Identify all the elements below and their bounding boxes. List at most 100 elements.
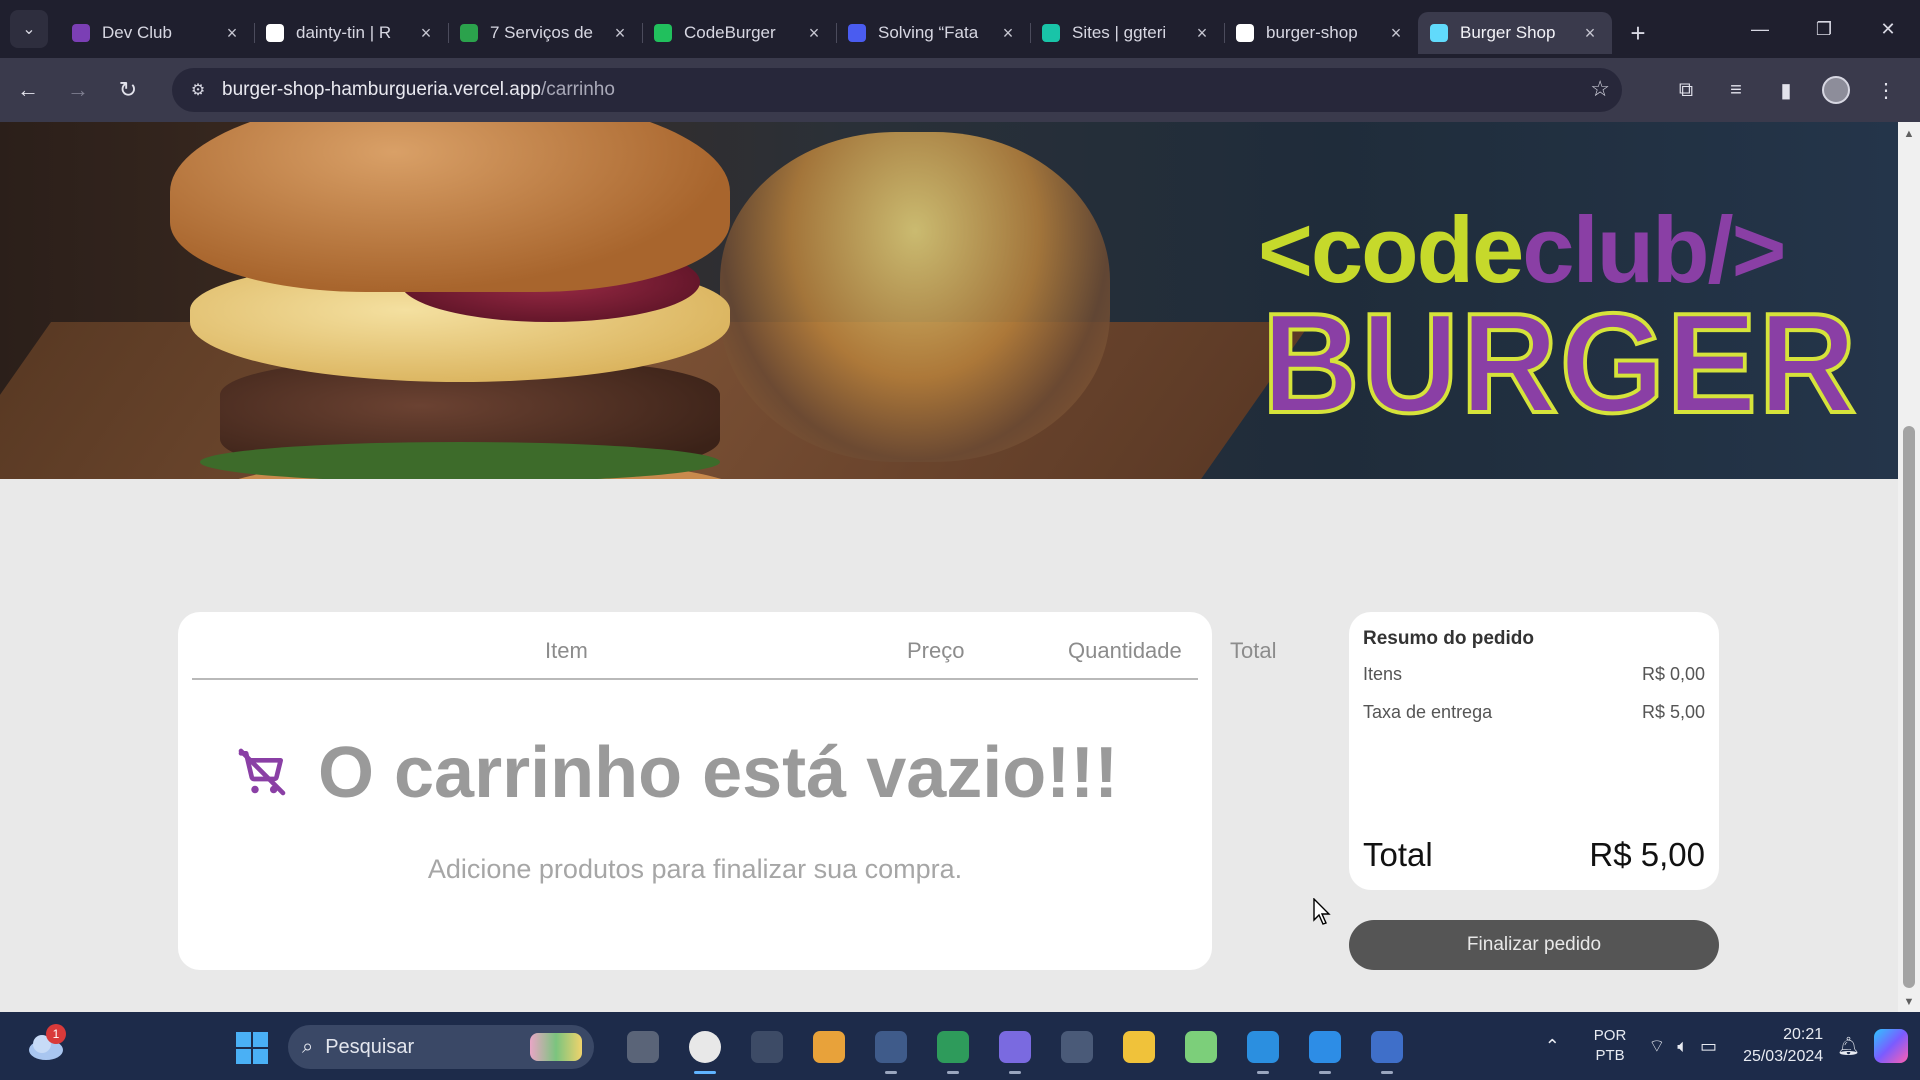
taskbar-app-chrome[interactable] xyxy=(674,1022,736,1074)
site-info-icon[interactable]: ⚙ xyxy=(178,70,218,110)
finish-order-button[interactable]: Finalizar pedido xyxy=(1349,920,1719,970)
page-scrollbar[interactable]: ▲ ▼ xyxy=(1898,122,1920,1012)
tab-close-icon[interactable]: × xyxy=(1580,23,1600,44)
close-window-button[interactable]: ✕ xyxy=(1856,0,1920,58)
header-total: Total xyxy=(1230,638,1277,663)
app-icon xyxy=(999,1031,1031,1063)
wifi-icon[interactable]: ⌔ xyxy=(1648,1035,1665,1058)
system-tray: ⌃ POR PTB ⌔ 🔈︎ ▭ 20:21 25/03/2024 🔔︎ xyxy=(1545,1012,1920,1080)
tab-title: Sites | ggteri xyxy=(1072,23,1167,42)
browser-tab[interactable]: Sites | ggteri × xyxy=(1030,12,1224,54)
url-text[interactable]: burger-shop-hamburgueria.vercel.app/carr… xyxy=(222,79,615,101)
browser-tab[interactable]: Solving “Fata × xyxy=(836,12,1030,54)
browser-tab[interactable]: Burger Shop × xyxy=(1418,12,1612,54)
address-bar[interactable]: ⚙ burger-shop-hamburgueria.vercel.app/ca… xyxy=(172,68,1622,112)
app-icon xyxy=(875,1031,907,1063)
browser-tab[interactable]: burger-shop × xyxy=(1224,12,1418,54)
taskbar-app-camera[interactable] xyxy=(736,1022,798,1072)
tab-close-icon[interactable]: × xyxy=(1192,23,1212,44)
url-host: burger-shop-hamburgueria.vercel.app xyxy=(222,79,541,100)
battery-icon[interactable]: ▭ xyxy=(1700,1036,1717,1057)
tab-close-icon[interactable]: × xyxy=(998,23,1018,44)
taskbar-app-vscode[interactable] xyxy=(1232,1022,1294,1074)
side-panel-icon[interactable]: ▮ xyxy=(1764,68,1808,112)
media-control-icon[interactable]: ≡ xyxy=(1714,68,1758,112)
extensions-icon[interactable]: ⧉ xyxy=(1664,68,1708,112)
summary-total-label: Total xyxy=(1363,836,1433,873)
url-path: /carrinho xyxy=(540,79,615,100)
browser-toolbar: ← → ↻ ⚙ burger-shop-hamburgueria.vercel.… xyxy=(0,58,1920,122)
cart-table: Item Preço Quantidade Total O carrinho e… xyxy=(178,612,1276,970)
taskbar-app-microsoft-store[interactable] xyxy=(798,1022,860,1072)
avatar xyxy=(1822,76,1850,104)
scroll-down-icon[interactable]: ▼ xyxy=(1898,996,1920,1008)
tab-title: CodeBurger xyxy=(684,23,776,42)
scroll-up-icon[interactable]: ▲ xyxy=(1898,128,1920,140)
github-icon xyxy=(266,24,284,42)
empty-cart-subtitle: Adicione produtos para finalizar sua com… xyxy=(427,854,963,884)
taskbar-app-paint[interactable] xyxy=(1170,1022,1232,1072)
clock-time: 20:21 xyxy=(1783,1026,1824,1043)
taskbar-search[interactable]: ⌕ Pesquisar xyxy=(288,1025,594,1069)
camera-icon xyxy=(751,1031,783,1063)
scrollbar-thumb[interactable] xyxy=(1903,426,1915,988)
browser-tab[interactable]: dainty-tin | R × xyxy=(254,12,448,54)
taskbar-app-app[interactable] xyxy=(922,1022,984,1074)
start-button[interactable] xyxy=(236,1032,268,1064)
chrome-icon xyxy=(689,1031,721,1063)
reload-button[interactable]: ↻ xyxy=(106,68,150,112)
logo-burger-text: BURGER xyxy=(1262,284,1858,424)
taskbar-app-file-explorer[interactable] xyxy=(1108,1022,1170,1072)
copilot-icon[interactable] xyxy=(1874,1029,1908,1063)
taskbar-app-app[interactable] xyxy=(860,1022,922,1074)
order-summary-title: Resumo do pedido xyxy=(1363,628,1534,649)
arrow-left-icon: ← xyxy=(17,77,39,102)
taskbar-app-app[interactable] xyxy=(984,1022,1046,1074)
menu-icon[interactable]: ⋮ xyxy=(1864,68,1908,112)
bun-top-image xyxy=(170,122,730,292)
back-button[interactable]: ← xyxy=(6,68,50,112)
browser-tab[interactable]: CodeBurger × xyxy=(642,12,836,54)
tab-strip: Dev Club × dainty-tin | R × 7 Serviços de × Co… xyxy=(60,0,1612,58)
lightning-icon xyxy=(654,24,672,42)
language-line1: POR xyxy=(1593,1027,1627,1044)
summary-delivery-value: R$ 5,00 xyxy=(1641,702,1705,722)
tab-close-icon[interactable]: × xyxy=(804,23,824,44)
paint-icon xyxy=(1185,1031,1217,1063)
new-tab-button[interactable]: + xyxy=(1620,15,1656,51)
tab-close-icon[interactable]: × xyxy=(610,23,630,44)
restore-button[interactable]: ❐ xyxy=(1792,0,1856,58)
volume-icon[interactable]: 🔈︎ xyxy=(1677,1036,1688,1057)
clock-date: 25/03/2024 xyxy=(1743,1048,1824,1065)
browser-tab-bar: ⌄ Dev Club × dainty-tin | R × 7 Serviços de ×… xyxy=(0,0,1920,58)
browser-tab[interactable]: Dev Club × xyxy=(60,12,254,54)
forward-button[interactable]: → xyxy=(56,68,100,112)
chevron-up-icon[interactable]: ⌃ xyxy=(1545,1036,1560,1057)
summary-row-delivery: Taxa de entrega R$ 5,00 xyxy=(1363,702,1705,723)
browser-tab[interactable]: 7 Serviços de × xyxy=(448,12,642,54)
summary-total: Total R$ 5,00 xyxy=(1363,836,1705,874)
profile-button[interactable] xyxy=(1814,68,1858,112)
header-item: Item xyxy=(545,638,588,663)
tab-search-button[interactable]: ⌄ xyxy=(10,10,48,48)
minimize-button[interactable]: — xyxy=(1728,0,1792,58)
react-icon xyxy=(1430,24,1448,42)
clock[interactable]: 20:21 25/03/2024 xyxy=(1743,1024,1823,1068)
bookmark-star-icon[interactable]: ☆ xyxy=(1590,76,1610,102)
language-indicator[interactable]: POR PTB xyxy=(1594,1026,1627,1066)
taskbar-app-task-view[interactable] xyxy=(612,1022,674,1072)
tab-close-icon[interactable]: × xyxy=(222,23,242,44)
taskbar-app-screen-recorder[interactable] xyxy=(1356,1022,1418,1074)
docker-icon xyxy=(1309,1031,1341,1063)
screen-recorder-icon xyxy=(1371,1031,1403,1063)
running-indicator xyxy=(1009,1071,1021,1074)
tab-close-icon[interactable]: × xyxy=(1386,23,1406,44)
background-burger-image xyxy=(720,132,1110,462)
reload-icon: ↻ xyxy=(118,77,138,102)
taskbar-app-calculator[interactable] xyxy=(1046,1022,1108,1072)
taskbar-app-docker[interactable] xyxy=(1294,1022,1356,1074)
calculator-icon xyxy=(1061,1031,1093,1063)
bell-icon[interactable]: 🔔︎ xyxy=(1837,1036,1860,1057)
running-indicator xyxy=(694,1071,716,1074)
tab-close-icon[interactable]: × xyxy=(416,23,436,44)
